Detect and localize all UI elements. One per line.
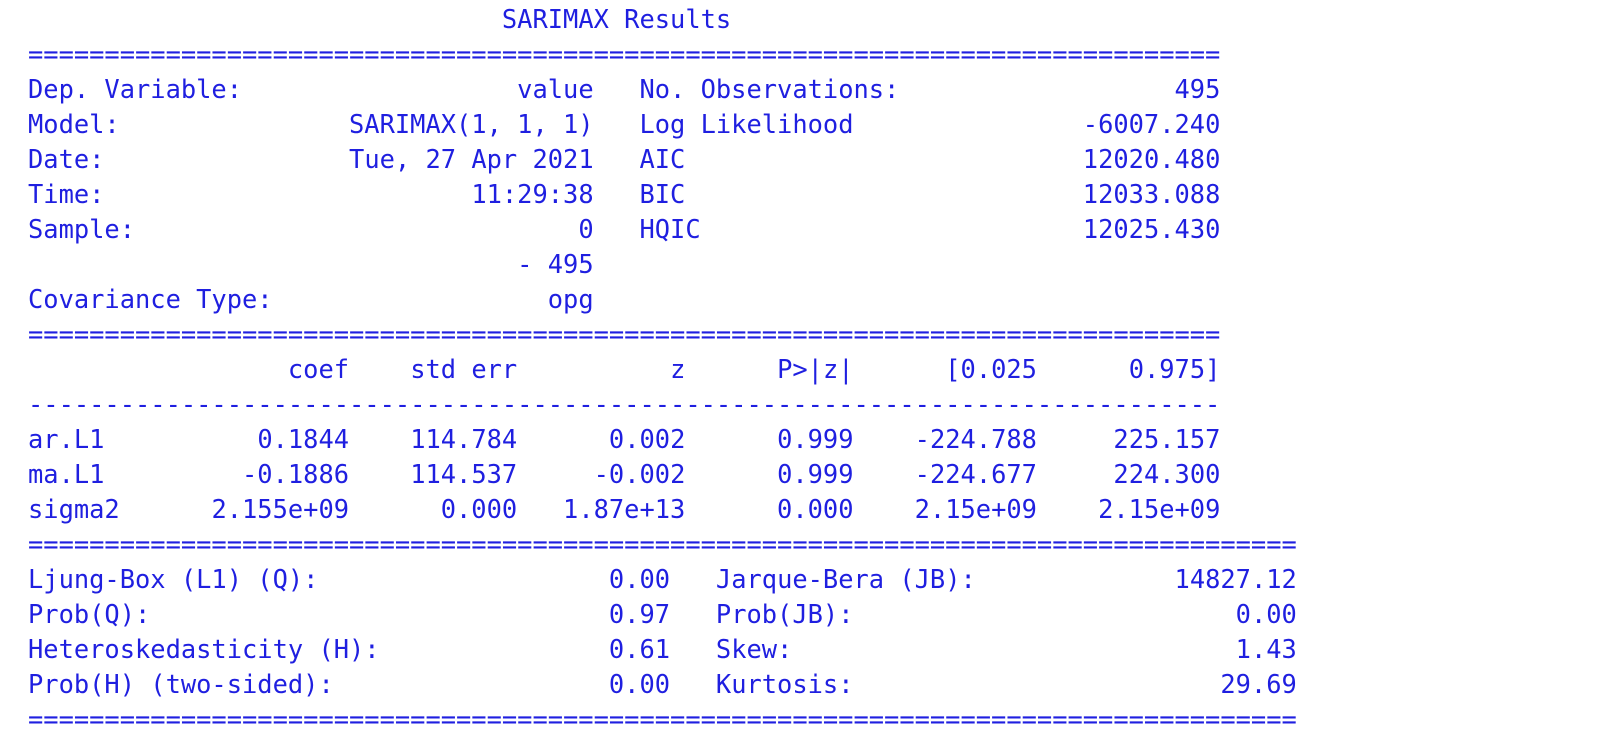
- diag-left-value: 0.00: [608, 669, 671, 699]
- header-row: - 495: [28, 247, 1297, 282]
- diag-right-label: Jarque-Bera (JB):: [715, 564, 976, 594]
- coef-cell: 0.999: [777, 424, 854, 454]
- diag-right-label: Kurtosis:: [715, 669, 854, 699]
- header-left-value: 11:29:38: [471, 179, 594, 209]
- diag-right-value: 0.00: [1235, 599, 1297, 629]
- header-right-label: BIC: [639, 179, 686, 209]
- header-left-value: - 495: [517, 249, 594, 279]
- header-row: Model: SARIMAX(1, 1, 1) Log Likelihood -…: [28, 107, 1297, 142]
- page-title: SARIMAX Results: [501, 4, 732, 34]
- header-row: Dep. Variable: value No. Observations: 4…: [28, 72, 1297, 107]
- header-right-value: -6007.240: [1082, 109, 1221, 139]
- coef-cell: -224.788: [914, 424, 1037, 454]
- diag-right-value: 29.69: [1220, 669, 1297, 699]
- coef-param-name: sigma2: [28, 494, 120, 524]
- diag-right-label: Prob(JB):: [715, 599, 854, 629]
- header-rule-bottom: ========================================…: [28, 319, 1221, 349]
- header-left-label: Time:: [28, 179, 105, 209]
- diag-left-label: Prob(H) (two-sided):: [28, 669, 334, 699]
- coef-cell: -224.677: [914, 459, 1037, 489]
- coef-param-name: ar.L1: [28, 424, 105, 454]
- diagnostics-row: Heteroskedasticity (H): 0.61 Skew: 1.43: [28, 632, 1297, 667]
- coef-cell: 2.155e+09: [211, 494, 350, 524]
- coef-rule-mid: ----------------------------------------…: [28, 389, 1221, 419]
- diag-left-value: 0.97: [608, 599, 671, 629]
- coef-header-row: coef std err z P>|z| [0.025 0.975]: [28, 352, 1297, 387]
- coef-cell: 1.87e+13: [563, 494, 686, 524]
- header-left-label: Date:: [28, 144, 105, 174]
- coef-cell: 225.157: [1113, 424, 1221, 454]
- coef-cell: 114.537: [410, 459, 518, 489]
- diagnostics-rule-bottom: ========================================…: [28, 704, 1297, 734]
- header-left-value: 0: [578, 214, 594, 244]
- header-row: Sample: 0 HQIC 12025.430: [28, 212, 1297, 247]
- header-left-value: Tue, 27 Apr 2021: [349, 144, 594, 174]
- coef-column-header: z: [670, 354, 686, 384]
- header-row: Time: 11:29:38 BIC 12033.088: [28, 177, 1297, 212]
- header-left-label: Sample:: [28, 214, 136, 244]
- diag-right-value: 1.43: [1235, 634, 1297, 664]
- header-left-value: value: [517, 74, 594, 104]
- coef-cell: 114.784: [410, 424, 518, 454]
- coef-cell: 0.002: [608, 424, 686, 454]
- header-rule-top: ========================================…: [28, 39, 1221, 69]
- diag-left-label: Ljung-Box (L1) (Q):: [28, 564, 319, 594]
- header-right-value: 495: [1174, 74, 1221, 104]
- header-row: Covariance Type: opg: [28, 282, 1297, 317]
- header-right-value: 12033.088: [1082, 179, 1221, 209]
- diagnostics-row: Prob(Q): 0.97 Prob(JB): 0.00: [28, 597, 1297, 632]
- coef-table-row: ar.L1 0.1844 114.784 0.002 0.999 -224.78…: [28, 422, 1297, 457]
- coef-cell: 2.15e+09: [914, 494, 1037, 524]
- coef-column-header: 0.975]: [1128, 354, 1221, 384]
- diagnostics-row: Prob(H) (two-sided): 0.00 Kurtosis: 29.6…: [28, 667, 1297, 702]
- header-left-value: opg: [547, 284, 594, 314]
- sarimax-summary-output: SARIMAX Results =========================…: [28, 2, 1297, 737]
- coef-table-row: sigma2 2.155e+09 0.000 1.87e+13 0.000 2.…: [28, 492, 1297, 527]
- diag-left-label: Prob(Q):: [28, 599, 151, 629]
- coef-table-row: ma.L1 -0.1886 114.537 -0.002 0.999 -224.…: [28, 457, 1297, 492]
- coef-cell: 224.300: [1113, 459, 1221, 489]
- header-right-value: 12025.430: [1082, 214, 1221, 244]
- coef-cell: 0.000: [777, 494, 854, 524]
- results-title: SARIMAX Results: [28, 2, 1297, 37]
- coef-rule-bottom: ========================================…: [28, 529, 1297, 559]
- coef-column-header: [0.025: [945, 354, 1037, 384]
- header-left-value: SARIMAX(1, 1, 1): [349, 109, 594, 139]
- coef-param-name: ma.L1: [28, 459, 105, 489]
- header-right-value: 12020.480: [1082, 144, 1221, 174]
- coef-cell: 0.999: [777, 459, 854, 489]
- coef-cell: -0.1886: [242, 459, 350, 489]
- header-right-label: Log Likelihood: [639, 109, 854, 139]
- header-left-label: Covariance Type:: [28, 284, 273, 314]
- diag-right-label: Skew:: [715, 634, 793, 664]
- coef-cell: 0.000: [440, 494, 518, 524]
- header-right-label: AIC: [639, 144, 686, 174]
- diag-left-label: Heteroskedasticity (H):: [28, 634, 380, 664]
- coef-cell: 2.15e+09: [1098, 494, 1221, 524]
- header-left-label: Model:: [28, 109, 120, 139]
- header-row: Date: Tue, 27 Apr 2021 AIC 12020.480: [28, 142, 1297, 177]
- header-right-label: HQIC: [639, 214, 701, 244]
- coef-column-header: P>|z|: [777, 354, 854, 384]
- coef-cell: 0.1844: [257, 424, 350, 454]
- coef-cell: -0.002: [593, 459, 686, 489]
- coef-column-header: std err: [410, 354, 518, 384]
- diag-left-value: 0.00: [608, 564, 671, 594]
- header-right-label: No. Observations:: [639, 74, 900, 104]
- diagnostics-row: Ljung-Box (L1) (Q): 0.00 Jarque-Bera (JB…: [28, 562, 1297, 597]
- diag-right-value: 14827.12: [1174, 564, 1297, 594]
- diag-left-value: 0.61: [608, 634, 671, 664]
- coef-column-header: coef: [287, 354, 350, 384]
- header-left-label: Dep. Variable:: [28, 74, 243, 104]
